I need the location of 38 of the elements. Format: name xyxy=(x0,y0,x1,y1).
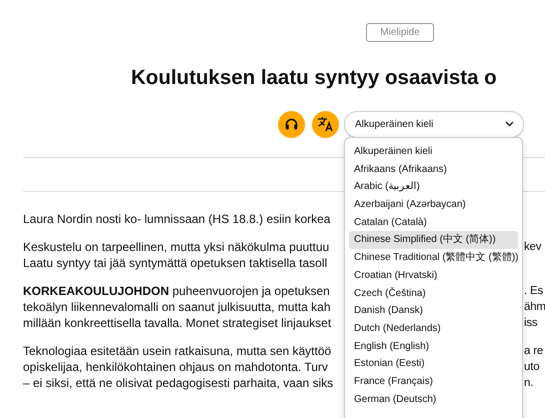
language-option[interactable]: France (Français) xyxy=(349,372,518,391)
headphones-icon xyxy=(285,118,298,130)
section-tag: Mielipide xyxy=(366,23,434,42)
article-text: . Es xyxy=(524,284,544,299)
chevron-down-icon xyxy=(505,121,514,127)
article-title: Koulutuksen laatu syntyy osaavista o xyxy=(131,65,498,91)
article-text: iss xyxy=(524,316,538,331)
article-text: tekoälyn liikennevalomalli on saanut julkisuutta, mutta kah xyxy=(23,299,331,315)
language-option[interactable]: English (English) xyxy=(349,338,518,356)
article-text: Laatu syntyy tai jää syntymättä opetuksen taktisella tasoll xyxy=(23,255,328,271)
language-option[interactable]: German (Deutsch) xyxy=(349,390,518,408)
language-option[interactable]: Croatian (Hrvatski) xyxy=(349,266,518,284)
article-text: – ei siksi, että ne olisivat pedagogisesti parhaita, vaan siks xyxy=(23,375,334,391)
language-option[interactable]: Chinese Simplified (中文 (简体)) xyxy=(349,231,518,250)
translate-button[interactable] xyxy=(312,110,339,138)
language-option[interactable]: Estonian (Eesti) xyxy=(349,355,518,373)
language-option[interactable]: Danish (Dansk) xyxy=(349,302,518,320)
listen-button[interactable] xyxy=(278,110,305,138)
article-text: ähm xyxy=(524,300,545,315)
article-text: Keskustelu on tarpeellinen, mutta yksi näkökulma puuttuu xyxy=(23,239,330,255)
language-option[interactable]: Catalan (Català) xyxy=(349,214,518,232)
article-text: n. xyxy=(524,376,534,391)
language-option[interactable]: Czech (Čeština) xyxy=(349,284,518,302)
article-text: a re xyxy=(524,344,544,359)
article-text: uto xyxy=(524,360,540,375)
language-option[interactable]: Chinese Traditional (繁體中文 (繁體)) xyxy=(349,249,518,267)
language-option[interactable]: Azerbaijani (Azərbaycan) xyxy=(349,196,518,214)
article-text: opiskelijaa, henkilökohtainen ohjaus on mahdotonta. Turv xyxy=(23,359,328,375)
language-option[interactable]: Arabic (العربية) xyxy=(349,178,518,196)
language-option[interactable]: Dutch (Nederlands) xyxy=(349,320,518,338)
language-option[interactable]: Alkuperäinen kieli xyxy=(349,143,518,161)
translate-icon xyxy=(317,116,334,132)
article-text: Laura Nordin nosti ko- lumnissaan (HS 18.8.) esiin korkea xyxy=(23,211,330,227)
article-text: millään konkreettisella tavalla. Monet strategiset linjaukset xyxy=(23,315,332,331)
article-text: KORKEAKOULUJOHDON puheenvuorojen ja opetuksen xyxy=(23,283,330,299)
article-text: kev xyxy=(524,240,542,255)
language-option[interactable]: Afrikaans (Afrikaans) xyxy=(349,160,518,178)
article-text: Teknologiaa esitetään usein ratkaisuna, mutta sen käyttöö xyxy=(23,343,332,359)
